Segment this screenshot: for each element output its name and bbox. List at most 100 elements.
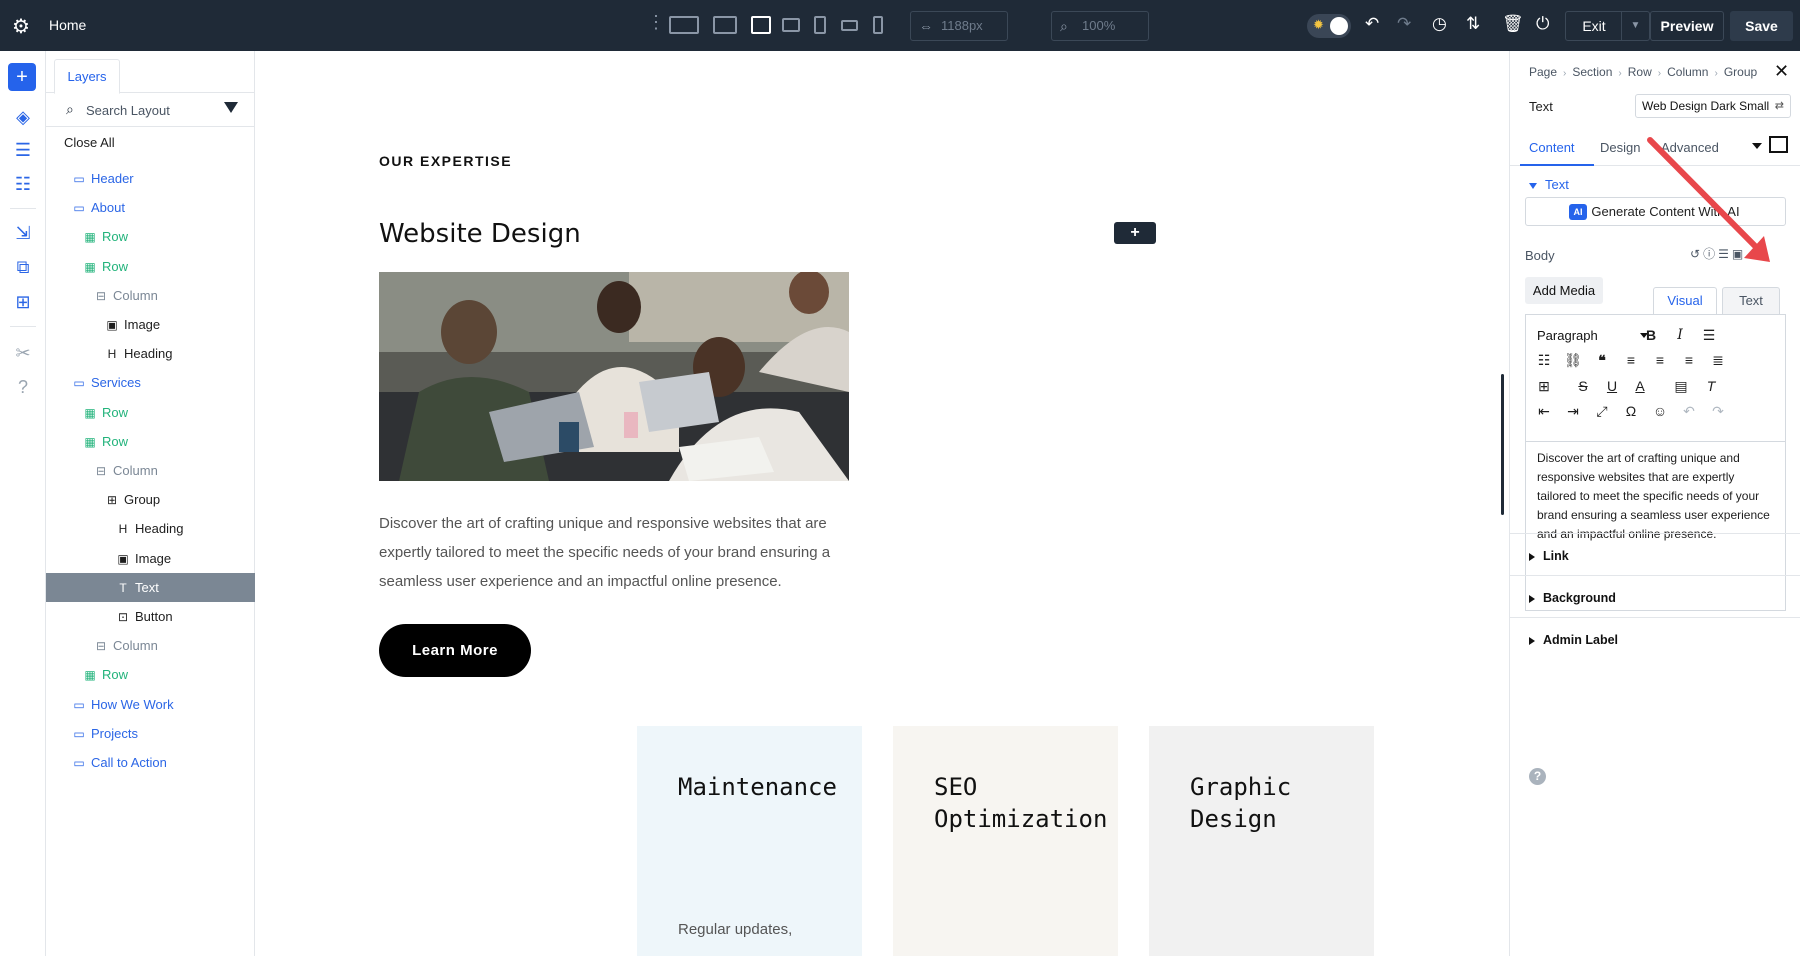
- layer-item-module[interactable]: ▣ Image: [46, 310, 255, 339]
- reset-icon[interactable]: ↺: [1690, 247, 1703, 261]
- add-icon[interactable]: +: [8, 63, 36, 91]
- layer-item-section[interactable]: ▭ Projects: [46, 719, 255, 748]
- add-module-button[interactable]: +: [1114, 222, 1156, 244]
- pointer-icon[interactable]: ⇲: [0, 223, 46, 244]
- drag-handle-icon[interactable]: ⋮: [647, 12, 665, 33]
- strikethrough-icon[interactable]: S: [1573, 376, 1593, 396]
- breadcrumb-item[interactable]: Section: [1572, 65, 1612, 79]
- align-justify-icon[interactable]: ≣: [1708, 350, 1728, 370]
- generate-ai-button[interactable]: AI Generate Content With AI: [1525, 197, 1786, 226]
- align-right-icon[interactable]: ≡: [1679, 350, 1699, 370]
- fullscreen-icon[interactable]: ⤢: [1592, 401, 1612, 421]
- exit-button[interactable]: Exit: [1566, 12, 1622, 40]
- group-toggle[interactable]: Background: [1510, 575, 1800, 623]
- layer-item-row[interactable]: ▦ Row: [46, 398, 255, 427]
- phone-landscape-icon[interactable]: [841, 20, 858, 31]
- layer-item-section[interactable]: ▭ Call to Action: [46, 748, 255, 777]
- breadcrumb-item[interactable]: Page: [1529, 65, 1557, 79]
- layer-item-row[interactable]: ▦ Row: [46, 427, 255, 456]
- multi-select-icon[interactable]: ⧉: [0, 257, 46, 278]
- help-icon[interactable]: ?: [0, 377, 46, 398]
- tab-advanced[interactable]: Advanced: [1661, 140, 1719, 155]
- service-paragraph[interactable]: Discover the art of crafting unique and …: [379, 509, 859, 596]
- undo-icon[interactable]: ↶: [1365, 14, 1379, 34]
- zoom-field[interactable]: ⌕ 100%: [1051, 11, 1149, 41]
- save-button[interactable]: Save: [1730, 11, 1793, 41]
- group-toggle-text[interactable]: Text: [1529, 177, 1569, 192]
- layer-item-module[interactable]: ▣ Image: [46, 544, 255, 573]
- breadcrumb-item[interactable]: Column: [1667, 65, 1708, 79]
- link-icon[interactable]: ⛓: [1563, 350, 1583, 370]
- theme-toggle[interactable]: ✹: [1307, 14, 1351, 38]
- breadcrumb-item[interactable]: Row: [1628, 65, 1652, 79]
- special-char-icon[interactable]: Ω: [1621, 401, 1641, 421]
- quote-icon[interactable]: ❝: [1592, 350, 1612, 370]
- tab-layers[interactable]: Layers: [54, 59, 120, 94]
- chevron-down-icon[interactable]: [1752, 143, 1762, 149]
- layer-item-section[interactable]: ▭ Header: [46, 164, 255, 193]
- tab-design[interactable]: Design: [1600, 140, 1640, 155]
- italic-icon[interactable]: I: [1670, 325, 1690, 345]
- phone-portrait-icon[interactable]: [873, 16, 883, 34]
- layer-item-row[interactable]: ▦ Row: [46, 252, 255, 281]
- layers-search[interactable]: ⌕ Search Layout: [46, 93, 255, 127]
- layer-item-column[interactable]: ⊟ Column: [46, 456, 255, 485]
- structure-icon[interactable]: ☷: [0, 174, 46, 195]
- bullet-list-icon[interactable]: ☰: [1699, 325, 1719, 345]
- more-options-icon[interactable]: ⋮: [1746, 247, 1761, 261]
- layer-item-column[interactable]: ⊟ Column: [46, 631, 255, 660]
- desktop-icon[interactable]: [713, 16, 737, 34]
- align-left-icon[interactable]: ≡: [1621, 350, 1641, 370]
- paragraph-select[interactable]: Paragraph: [1537, 328, 1598, 343]
- service-card[interactable]: Maintenance Regular updates,: [637, 726, 862, 956]
- close-all-button[interactable]: Close All: [64, 135, 115, 150]
- preview-button[interactable]: Preview: [1650, 11, 1724, 41]
- service-heading[interactable]: Website Design: [379, 219, 581, 249]
- layer-item-column[interactable]: ⊟ Column: [46, 281, 255, 310]
- tools-icon[interactable]: ✂: [0, 343, 46, 364]
- service-card[interactable]: Graphic Design: [1149, 726, 1374, 956]
- layer-item-section[interactable]: ▭ Services: [46, 368, 255, 397]
- layer-item-row[interactable]: ▦ Row: [46, 660, 255, 689]
- tab-text[interactable]: Text: [1722, 287, 1780, 314]
- gear-icon[interactable]: ⚙: [12, 14, 30, 39]
- indent-icon[interactable]: ⇥: [1563, 401, 1583, 421]
- redo-icon[interactable]: ↷: [1397, 14, 1411, 34]
- group-toggle[interactable]: Link: [1510, 533, 1800, 581]
- preset-select[interactable]: Web Design Dark Small ⇄: [1635, 94, 1791, 118]
- database-icon[interactable]: ☰: [0, 140, 46, 161]
- power-icon[interactable]: ⏻: [1536, 14, 1549, 34]
- align-center-icon[interactable]: ≡: [1650, 350, 1670, 370]
- canvas-scrollbar[interactable]: [1501, 374, 1504, 515]
- history-icon[interactable]: ◷: [1432, 14, 1447, 34]
- template-icon[interactable]: ⊞: [0, 292, 46, 313]
- layer-item-module[interactable]: ⊞ Group: [46, 485, 255, 514]
- table-icon[interactable]: ⊞: [1534, 376, 1554, 396]
- learn-more-button[interactable]: Learn More: [379, 624, 531, 677]
- editor-content[interactable]: Discover the art of crafting unique and …: [1537, 449, 1777, 544]
- undo-icon[interactable]: ↶: [1679, 401, 1699, 421]
- close-icon[interactable]: ✕: [1774, 61, 1789, 82]
- layers-icon[interactable]: ◈: [0, 107, 46, 128]
- layer-item-module[interactable]: T Text: [46, 572, 255, 602]
- service-card[interactable]: SEO Optimization: [893, 726, 1118, 956]
- filter-icon[interactable]: [224, 102, 238, 113]
- layer-item-section[interactable]: ▭ About: [46, 193, 255, 222]
- ai-field-icon[interactable]: ▣: [1732, 247, 1746, 261]
- redo-icon[interactable]: ↷: [1708, 401, 1728, 421]
- outdent-icon[interactable]: ⇤: [1534, 401, 1554, 421]
- tab-visual[interactable]: Visual: [1653, 287, 1717, 314]
- layer-item-module[interactable]: H Heading: [46, 514, 255, 543]
- add-media-button[interactable]: Add Media: [1525, 277, 1603, 304]
- service-image[interactable]: [379, 272, 849, 481]
- clear-format-icon[interactable]: T: [1701, 376, 1721, 396]
- text-color-icon[interactable]: A: [1630, 376, 1650, 396]
- width-field[interactable]: ⇔ 1188px: [910, 11, 1008, 41]
- bold-icon[interactable]: B: [1641, 325, 1661, 345]
- trash-icon[interactable]: 🗑: [1502, 14, 1524, 34]
- emoji-icon[interactable]: ☺: [1650, 401, 1670, 421]
- help-icon[interactable]: ?: [1529, 768, 1546, 785]
- layer-item-row[interactable]: ▦ Row: [46, 222, 255, 251]
- info-icon[interactable]: ⓘ: [1703, 247, 1718, 261]
- search-input[interactable]: Search Layout: [86, 103, 170, 118]
